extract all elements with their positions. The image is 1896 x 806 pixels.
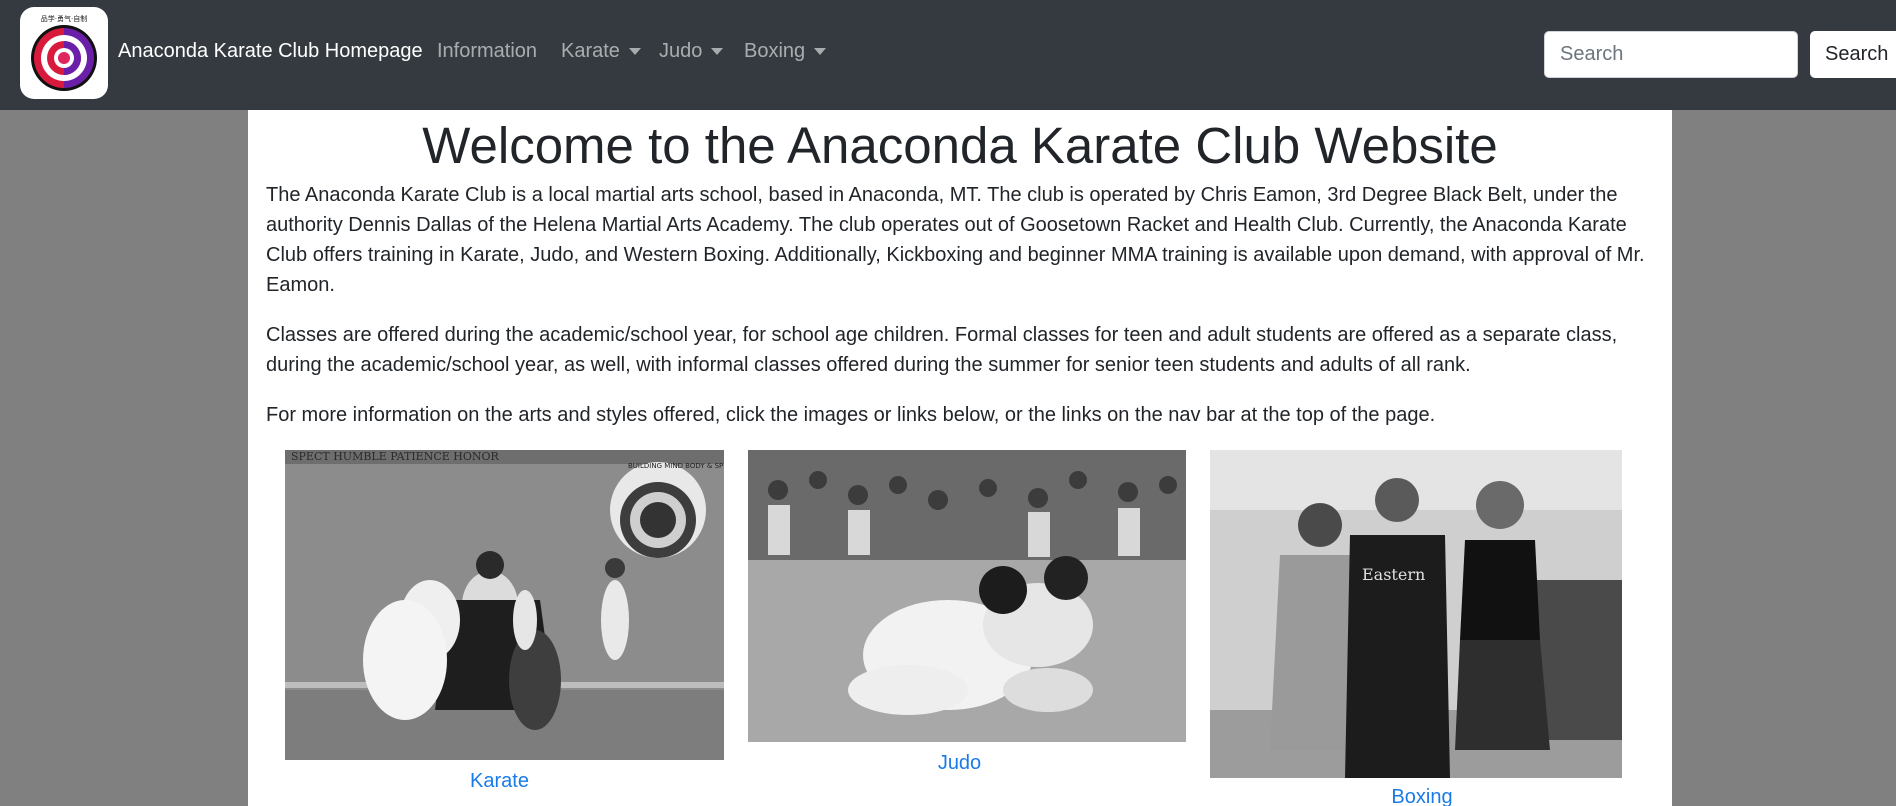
page-title: Welcome to the Anaconda Karate Club Webs… bbox=[422, 117, 1498, 174]
club-logo[interactable]: 品学·勇气·自制 bbox=[20, 7, 108, 99]
nav-information[interactable]: Information bbox=[437, 40, 537, 63]
nav-judo-label: Judo bbox=[659, 40, 703, 62]
target-logo-icon: 品学·勇气·自制 bbox=[31, 14, 97, 91]
boxing-image[interactable]: Eastern bbox=[1210, 450, 1622, 778]
nav-judo-dropdown[interactable]: Judo bbox=[659, 40, 724, 63]
nav-information-label: Information bbox=[437, 40, 538, 62]
chevron-down-icon bbox=[711, 48, 724, 55]
judo-card: Judo bbox=[748, 450, 1186, 786]
nav-karate-dropdown[interactable]: Karate bbox=[561, 40, 641, 63]
boxing-card: Eastern Boxing bbox=[1210, 450, 1622, 806]
nav-boxing-dropdown[interactable]: Boxing bbox=[744, 40, 827, 63]
judo-image[interactable] bbox=[748, 450, 1186, 742]
karate-card: SPECT HUMBLE PATIENCE HONOR BUILDING MIN… bbox=[285, 450, 724, 806]
karate-link[interactable]: Karate bbox=[285, 770, 714, 793]
intro-paragraph: The Anaconda Karate Club is a local mart… bbox=[266, 184, 1645, 296]
main-content: Welcome to the Anaconda Karate Club Webs… bbox=[248, 110, 1672, 806]
nav-boxing-label: Boxing bbox=[744, 40, 806, 62]
top-navbar: 品学·勇气·自制 Anaconda Karate Club Homepage I… bbox=[0, 0, 1896, 110]
search-button[interactable]: Search bbox=[1810, 31, 1896, 78]
more-info-paragraph: For more information on the arts and sty… bbox=[266, 404, 1436, 426]
nav-karate-label: Karate bbox=[561, 40, 620, 62]
logo-text: 品学·勇气·自制 bbox=[41, 14, 87, 23]
svg-text:BUILDING MIND BODY & SPIRIT: BUILDING MIND BODY & SPIRIT bbox=[628, 462, 724, 470]
karate-image[interactable]: SPECT HUMBLE PATIENCE HONOR BUILDING MIN… bbox=[285, 450, 724, 760]
search-input[interactable] bbox=[1544, 31, 1798, 78]
chevron-down-icon bbox=[628, 48, 641, 55]
boxing-link[interactable]: Boxing bbox=[1210, 786, 1634, 806]
classes-paragraph: Classes are offered during the academic/… bbox=[266, 324, 1618, 376]
chevron-down-icon bbox=[814, 48, 827, 55]
svg-text:SPECT HUMBLE PATIENCE HO: SPECT HUMBLE PATIENCE HONOR bbox=[291, 450, 500, 463]
brand-link[interactable]: Anaconda Karate Club Homepage bbox=[118, 40, 423, 63]
judo-link[interactable]: Judo bbox=[748, 752, 1171, 775]
svg-text:Eastern: Eastern bbox=[1362, 565, 1425, 584]
